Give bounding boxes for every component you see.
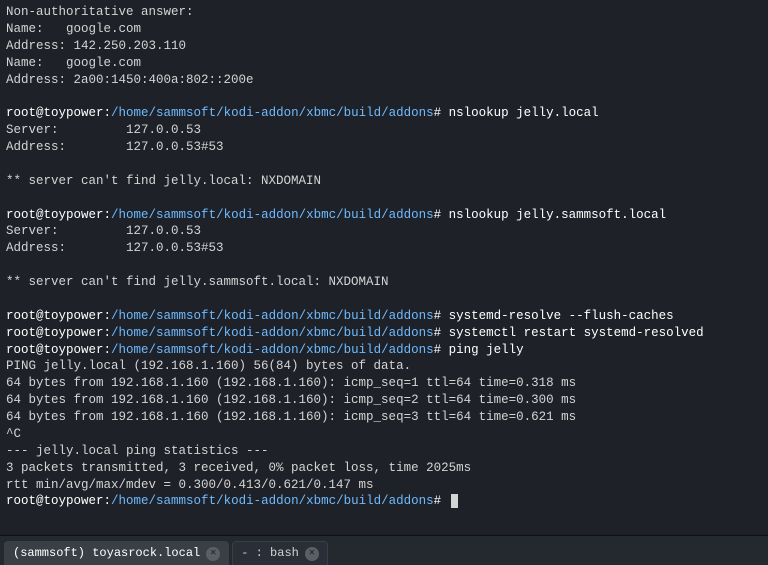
output-line: Name: google.com (6, 55, 762, 72)
output-line: --- jelly.local ping statistics --- (6, 443, 762, 460)
output-line: ** server can't find jelly.sammsoft.loca… (6, 274, 762, 291)
prompt-path: /home/sammsoft/kodi-addon/xbmc/build/add… (111, 309, 434, 323)
output-line: Name: google.com (6, 21, 762, 38)
output-line: 64 bytes from 192.168.1.160 (192.168.1.1… (6, 409, 762, 426)
output-line (6, 156, 762, 173)
cursor (451, 494, 458, 508)
command-text: systemctl restart systemd-resolved (449, 326, 704, 340)
output-line: rtt min/avg/max/mdev = 0.300/0.413/0.621… (6, 477, 762, 494)
output-line: 3 packets transmitted, 3 received, 0% pa… (6, 460, 762, 477)
tab-label: - : bash (241, 545, 299, 561)
prompt-user-host: root@toypower (6, 309, 104, 323)
output-line: PING jelly.local (192.168.1.160) 56(84) … (6, 358, 762, 375)
prompt-user-host: root@toypower (6, 208, 104, 222)
prompt-user-host: root@toypower (6, 326, 104, 340)
prompt-user-host: root@toypower (6, 494, 104, 508)
prompt-user-host: root@toypower (6, 106, 104, 120)
tab-bar: (sammsoft) toyasrock.local ✕ - : bash ✕ (0, 535, 768, 565)
output-line: Server: 127.0.0.53 (6, 223, 762, 240)
output-line: ** server can't find jelly.local: NXDOMA… (6, 173, 762, 190)
prompt-path: /home/sammsoft/kodi-addon/xbmc/build/add… (111, 326, 434, 340)
output-line (6, 190, 762, 207)
close-icon[interactable]: ✕ (305, 547, 319, 561)
command-text: systemd-resolve --flush-caches (449, 309, 674, 323)
output-line (6, 88, 762, 105)
output-line (6, 257, 762, 274)
output-line: Non-authoritative answer: (6, 4, 762, 21)
output-line: ^C (6, 426, 762, 443)
prompt-path: /home/sammsoft/kodi-addon/xbmc/build/add… (111, 494, 434, 508)
command-text: nslookup jelly.sammsoft.local (449, 208, 667, 222)
prompt-path: /home/sammsoft/kodi-addon/xbmc/build/add… (111, 208, 434, 222)
output-line: Address: 127.0.0.53#53 (6, 139, 762, 156)
terminal-tab[interactable]: (sammsoft) toyasrock.local ✕ (4, 541, 229, 565)
prompt-path: /home/sammsoft/kodi-addon/xbmc/build/add… (111, 106, 434, 120)
output-line: Server: 127.0.0.53 (6, 122, 762, 139)
close-icon[interactable]: ✕ (206, 547, 220, 561)
tab-label: (sammsoft) toyasrock.local (13, 545, 200, 561)
output-line (6, 291, 762, 308)
terminal-output[interactable]: Non-authoritative answer:Name: google.co… (0, 0, 768, 535)
command-text: ping jelly (449, 343, 524, 357)
output-line: Address: 2a00:1450:400a:802::200e (6, 72, 762, 89)
output-line: Address: 127.0.0.53#53 (6, 240, 762, 257)
prompt-path: /home/sammsoft/kodi-addon/xbmc/build/add… (111, 343, 434, 357)
command-text: nslookup jelly.local (449, 106, 599, 120)
output-line: 64 bytes from 192.168.1.160 (192.168.1.1… (6, 392, 762, 409)
output-line: 64 bytes from 192.168.1.160 (192.168.1.1… (6, 375, 762, 392)
terminal-tab[interactable]: - : bash ✕ (232, 541, 328, 565)
output-line: Address: 142.250.203.110 (6, 38, 762, 55)
prompt-user-host: root@toypower (6, 343, 104, 357)
